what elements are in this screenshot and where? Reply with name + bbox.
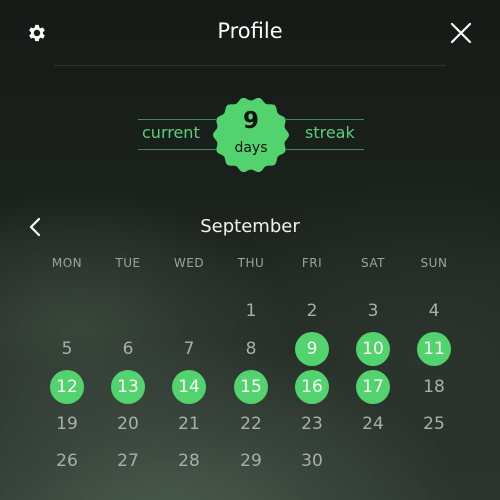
calendar-day-29[interactable]: 29 bbox=[234, 444, 268, 478]
calendar-day-13[interactable]: 13 bbox=[111, 370, 145, 404]
calendar-day-23[interactable]: 23 bbox=[295, 407, 329, 441]
calendar-day-24[interactable]: 24 bbox=[356, 407, 390, 441]
calendar-day-7[interactable]: 7 bbox=[172, 332, 206, 366]
calendar-day-28[interactable]: 28 bbox=[172, 444, 206, 478]
calendar-day-26[interactable]: 26 bbox=[50, 444, 84, 478]
calendar-day-4[interactable]: 4 bbox=[417, 294, 451, 328]
calendar-day-5[interactable]: 5 bbox=[50, 332, 84, 366]
calendar-day-19[interactable]: 19 bbox=[50, 407, 84, 441]
calendar-day-25[interactable]: 25 bbox=[417, 407, 451, 441]
calendar-day-21[interactable]: 21 bbox=[172, 407, 206, 441]
calendar-grid: 1 2 3 4 5 6 7 8 9 10 11 12 13 14 15 16 17 18 19 20 21 22 23 24 2… bbox=[0, 0, 500, 500]
calendar-day-30[interactable]: 30 bbox=[295, 444, 329, 478]
calendar-day-3[interactable]: 3 bbox=[356, 294, 390, 328]
calendar-day-9[interactable]: 9 bbox=[295, 332, 329, 366]
calendar-day-27[interactable]: 27 bbox=[111, 444, 145, 478]
calendar-day-11[interactable]: 11 bbox=[417, 332, 451, 366]
calendar-day-12[interactable]: 12 bbox=[50, 370, 84, 404]
calendar-day-16[interactable]: 16 bbox=[295, 370, 329, 404]
calendar-day-1[interactable]: 1 bbox=[234, 294, 268, 328]
calendar-day-17[interactable]: 17 bbox=[356, 370, 390, 404]
calendar-day-8[interactable]: 8 bbox=[234, 332, 268, 366]
calendar-day-2[interactable]: 2 bbox=[295, 294, 329, 328]
calendar-day-15[interactable]: 15 bbox=[234, 370, 268, 404]
calendar-day-10[interactable]: 10 bbox=[356, 332, 390, 366]
calendar-day-18[interactable]: 18 bbox=[417, 370, 451, 404]
calendar-day-6[interactable]: 6 bbox=[111, 332, 145, 366]
calendar-day-14[interactable]: 14 bbox=[172, 370, 206, 404]
calendar-day-22[interactable]: 22 bbox=[234, 407, 268, 441]
calendar-day-20[interactable]: 20 bbox=[111, 407, 145, 441]
